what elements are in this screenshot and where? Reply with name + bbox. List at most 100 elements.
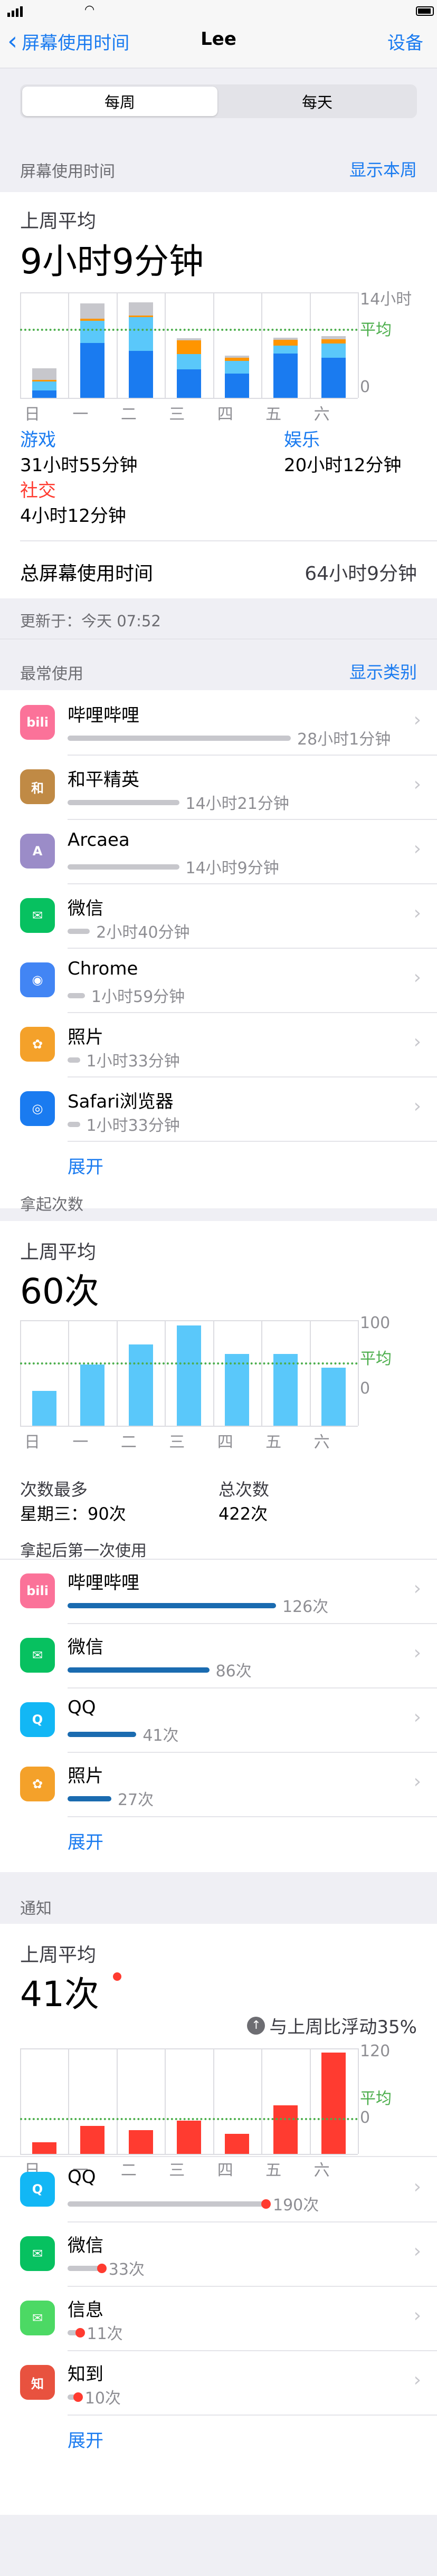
list-item[interactable]: ✉ 微信 86次 › [0, 1623, 437, 1687]
list-item[interactable]: ◎ Safari浏览器 1小时33分钟 › [0, 1076, 437, 1141]
notifications-gridline-vertical [20, 2048, 21, 2154]
bilibili-icon: bili [20, 1573, 55, 1608]
notifications-gridline-vertical [309, 2048, 311, 2154]
divider [68, 1687, 437, 1688]
screen-time-bar-entertainment [128, 317, 153, 351]
screen_time-gridline-bottom [20, 398, 358, 399]
most-used-header: 最常使用 [20, 665, 83, 683]
tab-daily[interactable]: 每天 [220, 87, 415, 116]
pickups-bar [32, 1391, 56, 1426]
pickups-bar [321, 1368, 346, 1426]
list-item[interactable]: Q QQ 41次 › [0, 1687, 437, 1752]
screen_time-gridline-vertical [358, 292, 359, 398]
screen-time-bar-entertainment [80, 321, 105, 343]
notifications-gridline-vertical [213, 2048, 214, 2154]
list-item[interactable]: bili 哔哩哔哩 126次 › [0, 1559, 437, 1623]
usage-bar [68, 1122, 80, 1127]
list-item[interactable]: ✉ 微信 33次 › [0, 2221, 437, 2286]
messages-icon: ✉ [20, 2301, 55, 2335]
chevron-right-icon: › [413, 774, 421, 795]
screen-time-bar-games [225, 374, 250, 398]
pickups-day-label: 三 [169, 1433, 185, 1452]
divider [68, 2350, 437, 2351]
pickups-gridline-vertical [358, 1320, 359, 1426]
chevron-right-icon: › [413, 838, 421, 860]
screen_time-gridline-top [20, 292, 358, 293]
notifications-bar [273, 2105, 298, 2154]
expand-button[interactable]: 展开 [68, 1152, 103, 1178]
pickups-y-max: 100 [360, 1314, 391, 1332]
chevron-right-icon: › [413, 902, 421, 924]
app-name: 哔哩哔哩 [68, 705, 139, 726]
pickups-bar [273, 1354, 298, 1426]
screen-time-bar-games [177, 369, 201, 398]
pickups-y-zero: 0 [360, 1379, 370, 1398]
y-max-label: 14小时 [360, 290, 412, 309]
list-item[interactable]: ◉ Chrome 1小时59分钟 › [0, 948, 437, 1012]
usage-time: 1小时33分钟 [86, 1117, 180, 1135]
screen_time-gridline-vertical [20, 292, 21, 398]
app-name: 和平精英 [68, 769, 139, 790]
pickups-day-label: 六 [314, 1433, 330, 1452]
divider [68, 1012, 437, 1013]
screen_time-day-label: 一 [72, 405, 89, 424]
pickups-gridline-vertical [116, 1320, 118, 1426]
divider [68, 1816, 437, 1817]
notifications-gridline-vertical [358, 2048, 359, 2154]
pickups-gridline-vertical [165, 1320, 166, 1426]
notifications-gridline-vertical [165, 2048, 166, 2154]
list-item[interactable]: ✿ 照片 27次 › [0, 1752, 437, 1816]
notification-bar-dot [73, 2392, 83, 2402]
list-item[interactable]: Q QQ 190次 › [0, 2157, 437, 2221]
screen_time-day-label: 六 [314, 405, 330, 424]
pickup-count: 27次 [117, 1791, 154, 1809]
most-used-list: bili 哔哩哔哩 28小时1分钟 › 和和平精英 14小时21分钟 › A Arcaea 14小… [0, 690, 437, 1208]
screen-time-bar-games [32, 390, 56, 398]
signal-icon [7, 5, 25, 17]
screen-time-card: 上周平均 9小时9分钟 日 一 二 三 四 五 六 14小时 平均 0 游戏 31小时55分… [0, 192, 437, 598]
total-pickups-label: 总次数 [218, 1480, 270, 1500]
usage-bar [68, 800, 179, 805]
nav-title: Lee [201, 28, 236, 50]
category-entertainment-value: 20小时12分钟 [284, 455, 402, 476]
show-categories-link[interactable]: 显示类别 [349, 659, 417, 683]
screen-time-bar-entertainment [225, 361, 250, 374]
notification-bar-dot [261, 2199, 271, 2209]
notification-bar [68, 2266, 101, 2271]
notification-bar [68, 2201, 265, 2207]
usage-time: 1小时59分钟 [91, 988, 185, 1006]
app-name: 哔哩哔哩 [68, 1572, 139, 1594]
screen-time-bar-other [177, 338, 201, 341]
notification-count: 33次 [108, 2260, 145, 2279]
app-name: 信息 [68, 2300, 103, 2321]
divider [0, 1559, 437, 1560]
list-item[interactable]: ✿ 照片 1小时33分钟 › [0, 1012, 437, 1076]
list-item[interactable]: 和和平精英 14小时21分钟 › [0, 755, 437, 819]
chevron-right-icon: › [413, 2176, 421, 2198]
show-this-week-link[interactable]: 显示本周 [349, 157, 417, 181]
most-pickups-label: 次数最多 [20, 1480, 88, 1500]
pickup-bar [68, 1603, 276, 1608]
devices-button[interactable]: 设备 [387, 28, 423, 54]
screen-time-bar-games [321, 358, 346, 398]
pickups-day-label: 二 [120, 1433, 137, 1452]
pickups-day-label: 日 [24, 1433, 40, 1452]
list-item[interactable]: 知知到 10次 › [0, 2350, 437, 2415]
notifications-y-avg: 平均 [360, 2090, 392, 2108]
list-item[interactable]: ✉ 信息 11次 › [0, 2286, 437, 2350]
expand-button[interactable]: 展开 [68, 2426, 103, 2452]
app-name: Arcaea [68, 829, 130, 851]
app-name: 微信 [68, 898, 103, 919]
screen_time-day-label: 四 [217, 405, 233, 424]
total-screen-time-row[interactable]: 总屏幕使用时间 64小时9分钟 [0, 541, 437, 597]
divider [68, 2221, 437, 2222]
pickups-y-avg: 平均 [360, 1350, 392, 1368]
expand-button[interactable]: 展开 [68, 1828, 103, 1854]
list-item[interactable]: A Arcaea 14小时9分钟 › [0, 819, 437, 883]
qq-icon: Q [20, 1702, 55, 1737]
list-item[interactable]: ✉ 微信 2小时40分钟 › [0, 883, 437, 948]
pickup-count: 86次 [215, 1662, 252, 1681]
screen_time-gridline-vertical [309, 292, 311, 398]
list-item[interactable]: bili 哔哩哔哩 28小时1分钟 › [0, 690, 437, 755]
tab-weekly[interactable]: 每周 [22, 87, 217, 116]
